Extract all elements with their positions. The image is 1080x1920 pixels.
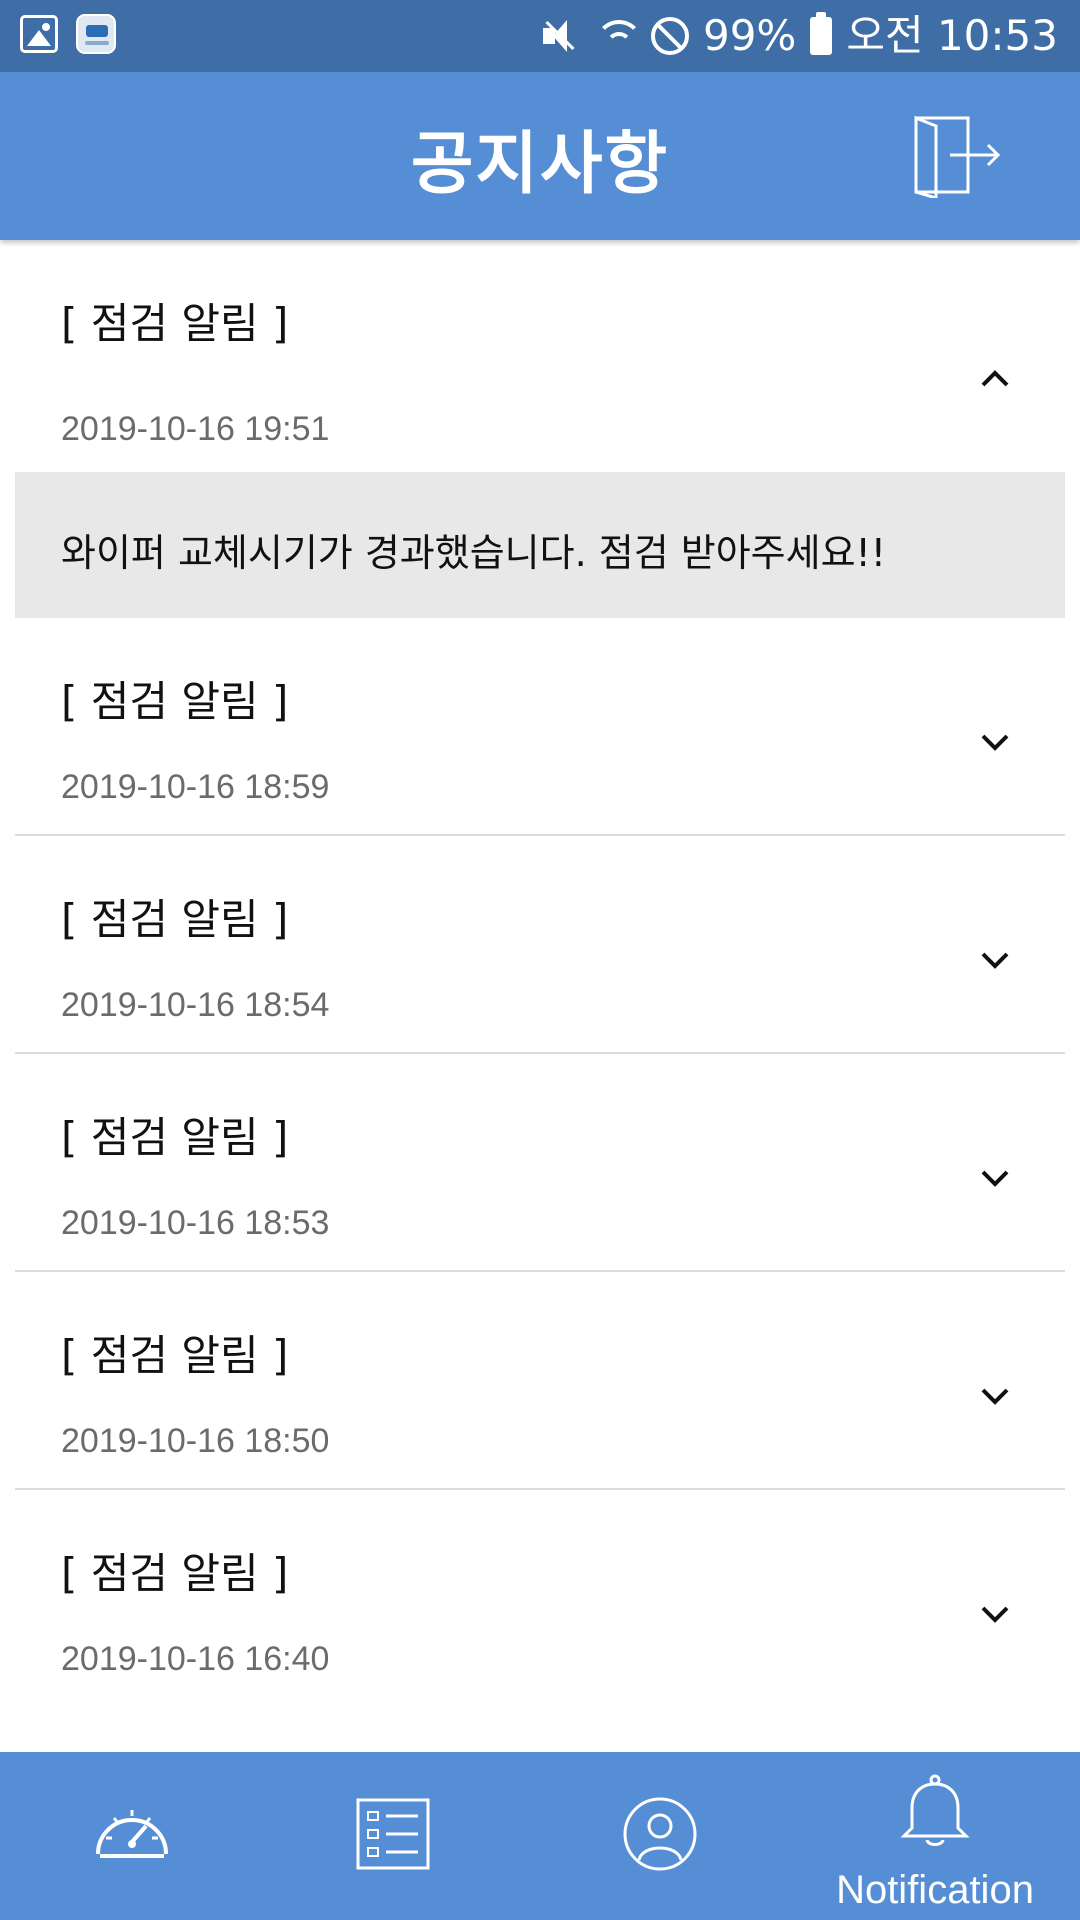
notice-title: [ 점검 알림 ] bbox=[61, 1549, 289, 1598]
notice-item[interactable]: [ 점검 알림 ] 2019-10-16 18:54 bbox=[15, 836, 1065, 1054]
do-not-disturb-icon bbox=[650, 17, 689, 55]
chevron-down-icon[interactable] bbox=[975, 1158, 1015, 1198]
chevron-down-icon[interactable] bbox=[975, 1594, 1015, 1634]
notice-date: 2019-10-16 18:59 bbox=[61, 768, 330, 806]
nav-notification[interactable]: Notification bbox=[830, 1752, 1040, 1920]
notice-list: [ 점검 알림 ] 2019-10-16 19:51 와이퍼 교체시기가 경과했… bbox=[0, 240, 1080, 1708]
bottom-nav: Notification bbox=[0, 1752, 1080, 1920]
logout-button[interactable] bbox=[910, 112, 1006, 201]
logout-icon bbox=[914, 115, 1001, 201]
wifi-icon bbox=[593, 16, 643, 56]
status-indicators: 99% 오전 10:53 bbox=[539, 8, 1058, 64]
speedometer-icon bbox=[96, 1810, 168, 1858]
app-icon bbox=[76, 14, 116, 54]
notice-date: 2019-10-16 18:53 bbox=[61, 1204, 330, 1242]
notice-item[interactable]: [ 점검 알림 ] 2019-10-16 18:53 bbox=[15, 1054, 1065, 1272]
notice-date: 2019-10-16 18:54 bbox=[61, 986, 330, 1024]
notice-title: [ 점검 알림 ] bbox=[61, 1331, 289, 1380]
notice-item[interactable]: [ 점검 알림 ] 2019-10-16 16:40 bbox=[15, 1490, 1065, 1708]
chevron-down-icon[interactable] bbox=[975, 940, 1015, 980]
notice-date: 2019-10-16 19:51 bbox=[61, 410, 330, 448]
nav-notification-label: Notification bbox=[836, 1868, 1034, 1912]
list-icon bbox=[356, 1798, 430, 1870]
nav-dashboard[interactable] bbox=[32, 1752, 232, 1920]
bell-icon bbox=[900, 1774, 970, 1846]
clock: 오전 10:53 bbox=[846, 11, 1058, 60]
status-notifications bbox=[20, 14, 116, 54]
chevron-down-icon[interactable] bbox=[975, 722, 1015, 762]
mute-icon bbox=[539, 16, 579, 56]
gallery-icon bbox=[20, 15, 58, 53]
profile-icon bbox=[623, 1797, 697, 1871]
nav-list[interactable] bbox=[296, 1752, 496, 1920]
chevron-down-icon[interactable] bbox=[975, 1376, 1015, 1416]
app-header: 공지사항 bbox=[0, 72, 1080, 240]
notice-title: [ 점검 알림 ] bbox=[61, 895, 289, 944]
notice-title: [ 점검 알림 ] bbox=[61, 677, 289, 726]
status-bar: 99% 오전 10:53 bbox=[0, 0, 1080, 72]
notice-date: 2019-10-16 18:50 bbox=[61, 1422, 330, 1460]
notice-item[interactable]: [ 점검 알림 ] 2019-10-16 18:59 bbox=[15, 618, 1065, 836]
notice-date: 2019-10-16 16:40 bbox=[61, 1640, 330, 1678]
notice-title: [ 점검 알림 ] bbox=[61, 1113, 289, 1162]
notice-item[interactable]: [ 점검 알림 ] 2019-10-16 18:50 bbox=[15, 1272, 1065, 1490]
notice-item[interactable]: [ 점검 알림 ] 2019-10-16 19:51 bbox=[15, 240, 1065, 472]
battery-icon bbox=[810, 12, 833, 55]
nav-profile[interactable] bbox=[560, 1752, 760, 1920]
notice-title: [ 점검 알림 ] bbox=[61, 299, 289, 348]
notice-detail: 와이퍼 교체시기가 경과했습니다. 점검 받아주세요!! bbox=[15, 472, 1065, 618]
chevron-up-icon[interactable] bbox=[975, 358, 1015, 398]
notice-detail-text: 와이퍼 교체시기가 경과했습니다. 점검 받아주세요!! bbox=[61, 531, 887, 575]
battery-percent: 99% bbox=[702, 11, 797, 60]
